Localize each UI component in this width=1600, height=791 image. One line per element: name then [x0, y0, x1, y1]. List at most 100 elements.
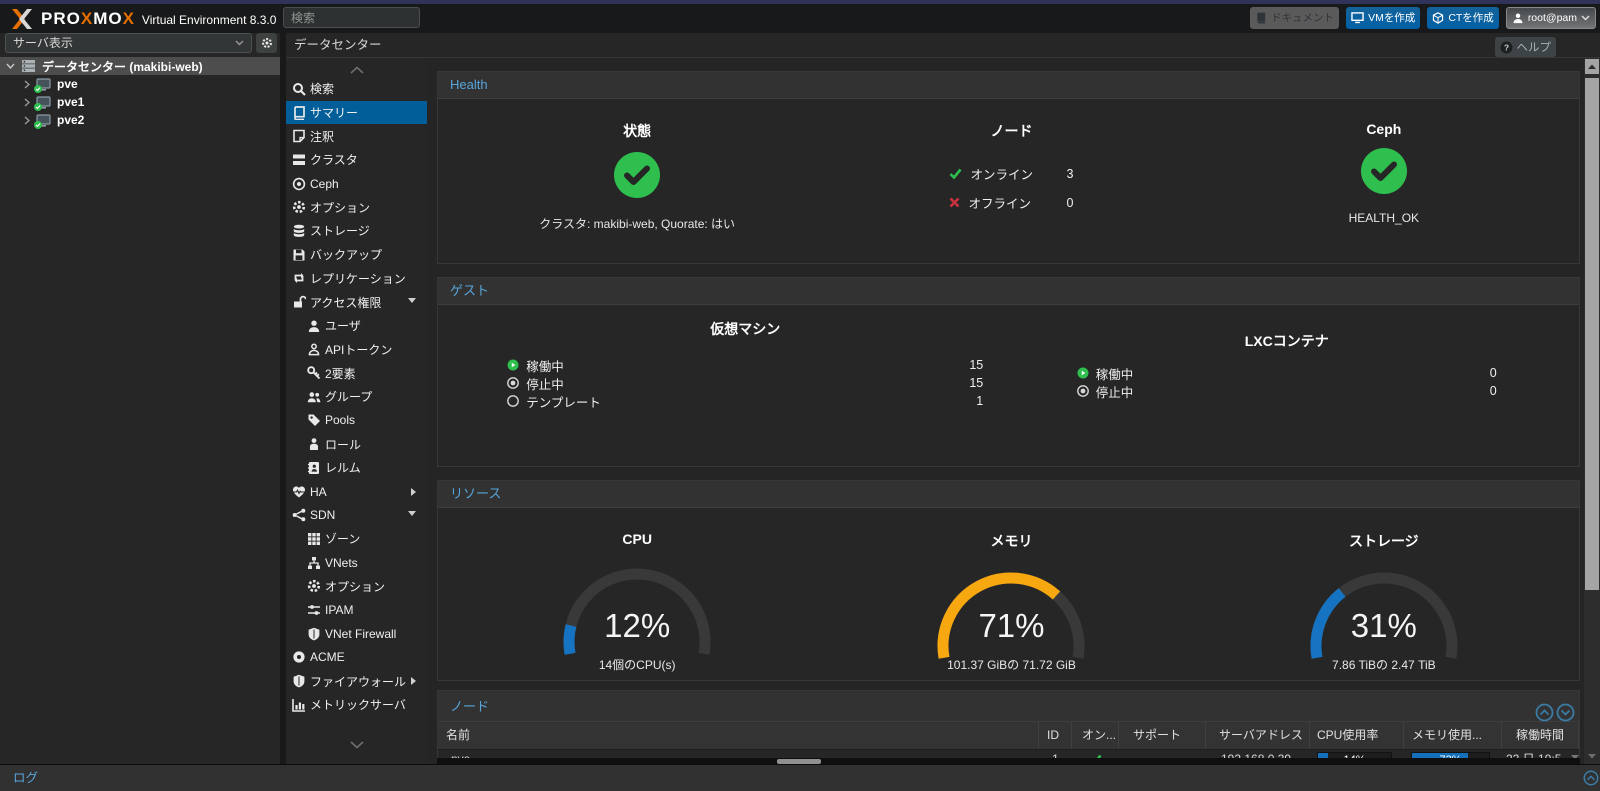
tree-collapse-icon[interactable]	[6, 63, 16, 69]
health-row-value: 3	[1067, 167, 1074, 181]
cpu-percent: 12%	[447, 607, 827, 645]
create-ct-button[interactable]: CTを作成	[1427, 7, 1499, 29]
collapse-up-icon[interactable]	[1535, 703, 1554, 722]
tree-expand-icon[interactable]	[24, 80, 34, 89]
nav-item-summary[interactable]: サマリー	[286, 101, 427, 125]
resources-panel-title: リソース	[438, 481, 1579, 508]
guest-row-label: 稼働中	[1096, 364, 1134, 383]
heartbeat-icon	[291, 485, 306, 499]
expand-down-icon[interactable]	[1556, 703, 1575, 722]
nav-item-sdn[interactable]: SDN	[286, 503, 427, 527]
ceph-heading: Ceph	[1366, 121, 1401, 137]
nav-item-zones[interactable]: ゾーン	[286, 527, 427, 551]
column-header-1[interactable]: ID	[1039, 722, 1072, 749]
nav-item-notes[interactable]: 注釈	[286, 124, 427, 148]
nav-item-label: サマリー	[310, 104, 358, 121]
shield-icon	[306, 627, 321, 641]
view-mode-label: サーバ表示	[13, 36, 73, 50]
scroll-up-button[interactable]	[1585, 59, 1599, 74]
nav-item-ipam[interactable]: IPAM	[286, 598, 427, 622]
help-button[interactable]: ? ヘルプ	[1495, 37, 1557, 57]
nav-item-storage[interactable]: ストレージ	[286, 219, 427, 243]
nav-item-label: Pools	[325, 413, 355, 427]
guest-running-icon	[1077, 367, 1089, 379]
nav-item-groups[interactable]: グループ	[286, 385, 427, 409]
health-panel: Health 状態 クラスタ: makibi-web, Quorate: はい …	[437, 71, 1580, 264]
nav-item-search[interactable]: 検索	[286, 77, 427, 101]
resource-tree: データセンター (makibi-web)pvepve1pve2	[0, 57, 280, 129]
guest-status-row: 稼働中15	[507, 356, 983, 374]
nav-item-permissions[interactable]: アクセス権限	[286, 290, 427, 314]
nav-item-backup[interactable]: バックアップ	[286, 243, 427, 267]
nav-item-label: SDN	[310, 508, 335, 522]
column-header-7[interactable]: 稼働時間	[1502, 722, 1579, 749]
tree-settings-button[interactable]	[256, 33, 277, 53]
tree-item-label: データセンター (makibi-web)	[42, 58, 203, 75]
tree-item-pve1[interactable]: pve1	[0, 93, 280, 111]
nav-item-sdn-options[interactable]: オプション	[286, 574, 427, 598]
nav-item-roles[interactable]: ロール	[286, 432, 427, 456]
nav-item-label: ACME	[310, 650, 345, 664]
column-header-0[interactable]: 名前	[438, 722, 1039, 749]
cluster-ok-icon	[614, 152, 660, 198]
content-vertical-scrollbar[interactable]	[1584, 58, 1600, 764]
tree-expand-icon[interactable]	[24, 98, 34, 107]
health-row-label: オンライン	[970, 164, 1033, 183]
guests-panel: ゲスト 仮想マシン 稼働中15停止中15テンプレート1 LXCコンテナ 稼働中0…	[437, 277, 1580, 467]
column-header-2[interactable]: オン...	[1072, 722, 1119, 749]
users-icon	[306, 390, 321, 404]
tree-item-pve2[interactable]: pve2	[0, 111, 280, 129]
nav-item-label: ファイアウォール	[310, 673, 406, 690]
storage-heading: ストレージ	[1349, 531, 1419, 551]
group-collapsed-icon	[411, 677, 416, 685]
nav-scroll-up-icon[interactable]	[286, 66, 427, 74]
nav-item-vnets[interactable]: VNets	[286, 551, 427, 575]
tree-expand-icon[interactable]	[24, 116, 34, 125]
column-header-3[interactable]: サポート	[1119, 722, 1206, 749]
nodes-panel: ノード 名前IDオン...サポートサーバアドレスCPU使用率メモリ使用...稼働…	[437, 690, 1580, 764]
nav-scroll-down-icon[interactable]	[286, 741, 427, 749]
column-header-4[interactable]: サーバアドレス	[1206, 722, 1310, 749]
tree-item-pve[interactable]: pve	[0, 75, 280, 93]
nav-item-api-tokens[interactable]: APIトークン	[286, 338, 427, 362]
nav-item-pools[interactable]: Pools	[286, 409, 427, 433]
guest-row-value: 0	[1490, 384, 1497, 398]
nav-item-cluster[interactable]: クラスタ	[286, 148, 427, 172]
nav-item-ceph[interactable]: Ceph	[286, 172, 427, 196]
ipam-icon	[306, 603, 321, 617]
create-ct-label: CTを作成	[1448, 10, 1494, 25]
nav-item-replication[interactable]: レプリケーション	[286, 267, 427, 291]
documentation-button[interactable]: ドキュメント	[1250, 7, 1339, 29]
nav-item-realms[interactable]: レルム	[286, 456, 427, 480]
shield-icon	[291, 674, 306, 688]
top-bar: PROXMOX Virtual Environment 8.3.0 ドキュメント…	[0, 4, 1600, 33]
nav-item-acme[interactable]: ACME	[286, 646, 427, 670]
nav-item-metric-server[interactable]: メトリックサーバ	[286, 693, 427, 717]
nav-item-two-factor[interactable]: 2要素	[286, 361, 427, 385]
datacenter-icon	[21, 59, 36, 73]
nav-item-vnet-firewall[interactable]: VNet Firewall	[286, 622, 427, 646]
storage-gauge: ストレージ31%7.86 TiBの 2.47 TiB	[1194, 508, 1574, 680]
scroll-down-button[interactable]	[1585, 749, 1599, 763]
column-header-6[interactable]: メモリ使用...	[1404, 722, 1502, 749]
nav-item-users[interactable]: ユーザ	[286, 314, 427, 338]
column-header-5[interactable]: CPU使用率	[1310, 722, 1404, 749]
nodes-panel-title: ノード	[450, 699, 489, 714]
log-bar[interactable]: ログ	[0, 764, 1600, 791]
nav-item-options[interactable]: オプション	[286, 195, 427, 219]
group-expanded-icon	[408, 298, 416, 303]
datacenter-nav-menu: 検索サマリー注釈クラスタCephオプションストレージバックアップレプリケーション…	[286, 58, 427, 764]
tree-item-datacenter[interactable]: データセンター (makibi-web)	[0, 57, 280, 75]
view-mode-select[interactable]: サーバ表示	[5, 33, 252, 53]
guest-status-row: テンプレート1	[507, 392, 983, 410]
guest-status-row: 稼働中0	[1077, 364, 1497, 382]
vscroll-thumb[interactable]	[1585, 78, 1599, 590]
user-icon	[306, 319, 321, 333]
log-expand-icon[interactable]	[1583, 770, 1599, 786]
global-search-input[interactable]	[283, 7, 420, 28]
cube-icon	[1432, 12, 1444, 24]
nav-item-firewall[interactable]: ファイアウォール	[286, 669, 427, 693]
nav-item-ha[interactable]: HA	[286, 480, 427, 504]
create-vm-button[interactable]: VMを作成	[1346, 7, 1420, 29]
user-menu-button[interactable]: root@pam	[1506, 7, 1596, 29]
